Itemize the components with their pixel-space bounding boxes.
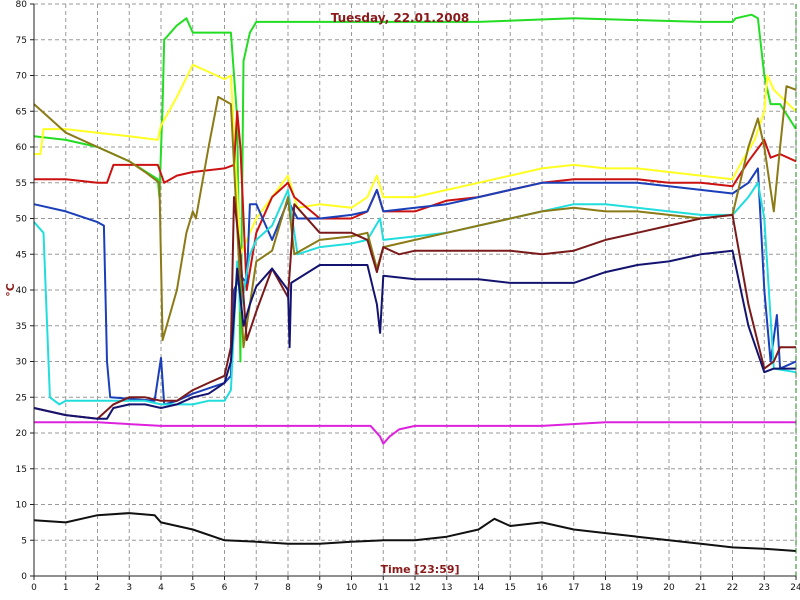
x-tick-label: 13 [441,583,452,593]
x-tick-label: 12 [409,583,420,593]
x-tick-label: 16 [536,583,548,593]
x-tick-label: 0 [31,583,37,593]
y-tick-label: 30 [16,358,28,368]
x-tick-label: 21 [695,583,706,593]
x-tick-label: 8 [285,583,291,593]
x-axis-title: Time [23:59] [380,563,459,576]
y-tick-label: 0 [21,572,27,582]
y-axis-title: °C [4,283,17,297]
x-tick-label: 1 [63,583,69,593]
y-tick-label: 25 [16,393,27,403]
y-tick-label: 75 [16,36,27,46]
x-tick-label: 2 [95,583,101,593]
y-tick-label: 40 [16,286,28,296]
y-tick-label: 35 [16,322,27,332]
x-tick-label: 5 [190,583,196,593]
chart-background [0,0,800,600]
y-tick-label: 65 [16,107,27,117]
x-tick-label: 17 [568,583,579,593]
x-tick-label: 23 [759,583,770,593]
y-tick-label: 15 [16,465,27,475]
y-tick-label: 10 [16,501,28,511]
y-tick-label: 80 [16,0,28,10]
temperature-chart: 0 1 2 3 4 5 6 7 8 9 10 11 12 13 14 15 16 17 18 19 20 21 22 23 24… [0,0,800,600]
x-tick-label: 6 [222,583,228,593]
chart-root: 0 1 2 3 4 5 6 7 8 9 10 11 12 13 14 15 16 17 18 19 20 21 22 23 24… [0,0,800,600]
y-tick-label: 55 [16,179,27,189]
x-tick-label: 18 [600,583,612,593]
x-tick-label: 24 [790,583,800,593]
y-tick-label: 60 [16,143,28,153]
chart-title: Tuesday, 22.01.2008 [331,11,470,25]
x-tick-label: 3 [126,583,132,593]
x-tick-label: 14 [473,583,485,593]
y-tick-label: 20 [16,429,28,439]
x-tick-label: 15 [505,583,516,593]
y-tick-label: 70 [16,72,28,82]
x-tick-label: 22 [727,583,738,593]
y-tick-label: 45 [16,250,27,260]
y-tick-label: 50 [16,215,28,225]
x-tick-label: 19 [632,583,644,593]
x-tick-label: 10 [346,583,358,593]
y-tick-label: 5 [21,536,27,546]
x-tick-label: 9 [317,583,323,593]
x-tick-label: 11 [378,583,389,593]
x-tick-label: 20 [663,583,675,593]
x-tick-label: 7 [253,583,259,593]
x-tick-label: 4 [158,583,164,593]
